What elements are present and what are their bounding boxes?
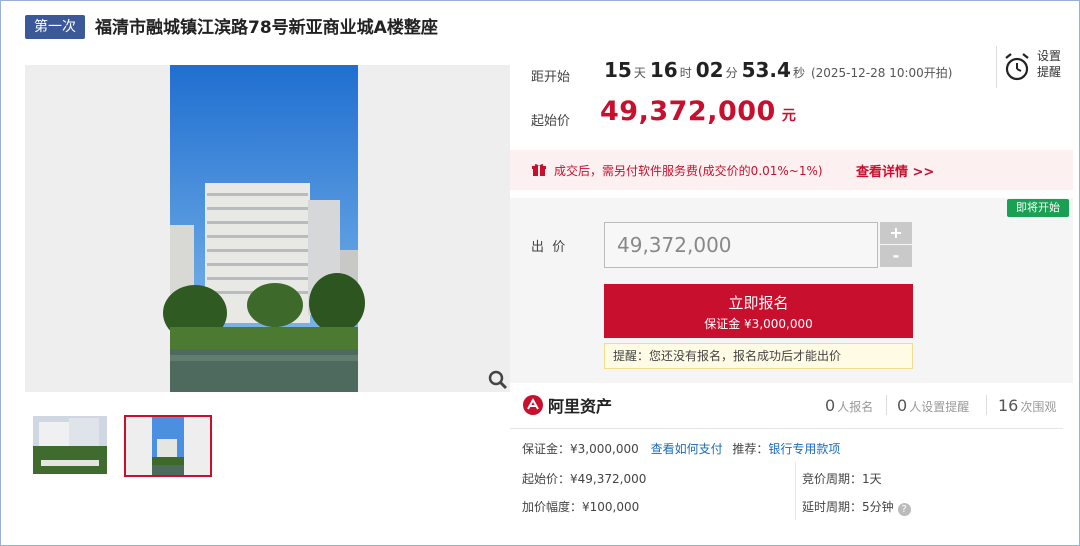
- zoom-icon[interactable]: [486, 368, 510, 392]
- thumbnail-photo-2: [152, 417, 184, 475]
- stat-signups: 0 人报名: [825, 396, 873, 415]
- bidding-cycle-label: 竞价周期：: [802, 472, 863, 486]
- deposit-row: 保证金：¥3,000,000 查看如何支付 推荐：银行专用款项: [522, 440, 840, 457]
- details-column-divider: [795, 462, 796, 520]
- starting-price-label: 起始价: [531, 114, 571, 129]
- starting-price: 49,372,000 元: [600, 96, 796, 127]
- countdown-seconds: 53.4: [741, 58, 791, 82]
- stat-reminders: 0 人设置提醒: [897, 396, 969, 415]
- reminder-label-line1: 设置: [1037, 49, 1062, 63]
- increase-bid-button[interactable]: +: [880, 222, 912, 244]
- page-title: 福清市融城镇江滨路78号新亚商业城A楼整座: [95, 18, 438, 38]
- increment-row: 加价幅度：¥100,000: [522, 498, 639, 515]
- view-details-link[interactable]: 查看详情 >>: [856, 161, 934, 180]
- bank-payment-link[interactable]: 银行专用款项: [768, 442, 840, 456]
- auction-start-time: (2025-12-28 10:00开拍): [810, 66, 953, 80]
- stat-views: 16 次围观: [998, 396, 1056, 415]
- increment-label: 加价幅度：: [522, 500, 583, 514]
- service-fee-text: 成交后，需另付软件服务费(成交价的0.01%~1%): [554, 164, 823, 178]
- status-badge: 即将开始: [1007, 199, 1069, 217]
- section-divider: [510, 428, 1063, 429]
- start-price-row: 起始价：¥49,372,000: [522, 470, 646, 487]
- reminder-label-line2: 提醒: [1037, 65, 1062, 79]
- bidding-cycle-row: 竞价周期：1天: [802, 470, 882, 487]
- stat-divider: [886, 395, 887, 415]
- countdown-hours: 16: [649, 58, 678, 82]
- bidding-cycle-value: 1天: [862, 472, 882, 486]
- stat-signups-count: 0: [825, 396, 836, 415]
- stat-divider: [986, 395, 987, 415]
- main-property-image[interactable]: [25, 65, 510, 392]
- recommend-label: 推荐：: [732, 442, 769, 456]
- countdown-label: 距开始: [531, 70, 571, 85]
- decrease-bid-button[interactable]: -: [880, 245, 912, 267]
- signup-button-label: 立即报名: [728, 294, 789, 312]
- deposit-label: 保证金：: [522, 442, 571, 456]
- countdown-seconds-unit: 秒: [792, 66, 805, 80]
- ali-assets-brand: 阿里资产: [522, 393, 612, 417]
- stat-reminders-label: 人设置提醒: [909, 400, 970, 414]
- building-photo: [163, 65, 365, 392]
- service-fee-notice: 成交后，需另付软件服务费(成交价的0.01%~1%) 查看详情 >>: [510, 150, 1073, 190]
- thumbnail-1[interactable]: [33, 416, 107, 474]
- set-reminder-button[interactable]: 设置 提醒: [996, 46, 1072, 88]
- delay-cycle-label: 延时周期：: [802, 500, 863, 514]
- countdown-minutes-unit: 分: [725, 66, 738, 80]
- starting-price-value: 49,372,000: [600, 96, 776, 127]
- delay-cycle-value: 5分钟: [862, 500, 894, 514]
- stat-views-count: 16: [998, 396, 1019, 415]
- ali-assets-logo-icon: [523, 395, 543, 415]
- signup-reminder-tip: 提醒：您还没有报名，报名成功后才能出价: [604, 343, 913, 369]
- starting-price-unit: 元: [781, 108, 796, 124]
- increment-value: ¥100,000: [582, 500, 640, 514]
- help-question-icon[interactable]: ?: [897, 503, 911, 516]
- countdown-minutes: 02: [695, 58, 724, 82]
- start-price-detail-label: 起始价：: [522, 472, 571, 486]
- round-badge: 第一次: [25, 15, 85, 39]
- bid-amount-input[interactable]: 49,372,000: [604, 222, 878, 268]
- gift-icon: [532, 164, 546, 176]
- countdown-hours-unit: 时: [679, 66, 692, 80]
- signup-deposit-note: 保证金 ¥3,000,000: [704, 317, 813, 331]
- alarm-clock-icon: [1005, 53, 1029, 81]
- thumbnail-2-selected[interactable]: [124, 415, 212, 477]
- countdown-timer: 15 天 16 时 02 分 53.4 秒 (2025-12-28 10:00开…: [604, 58, 952, 82]
- how-to-pay-link[interactable]: 查看如何支付: [651, 442, 723, 456]
- stat-reminders-count: 0: [897, 396, 908, 415]
- brand-name: 阿里资产: [548, 397, 613, 416]
- start-price-detail-value: ¥49,372,000: [570, 472, 647, 486]
- thumbnail-photo-1: [33, 416, 107, 474]
- stat-signups-label: 人报名: [837, 400, 874, 414]
- countdown-days-unit: 天: [633, 66, 646, 80]
- signup-now-button[interactable]: 立即报名 保证金 ¥3,000,000: [604, 284, 913, 338]
- bid-label: 出 价: [531, 240, 566, 255]
- stat-views-label: 次围观: [1020, 400, 1057, 414]
- countdown-days: 15: [604, 58, 632, 82]
- delay-cycle-row: 延时周期：5分钟?: [802, 498, 911, 516]
- deposit-value: ¥3,000,000: [570, 442, 639, 456]
